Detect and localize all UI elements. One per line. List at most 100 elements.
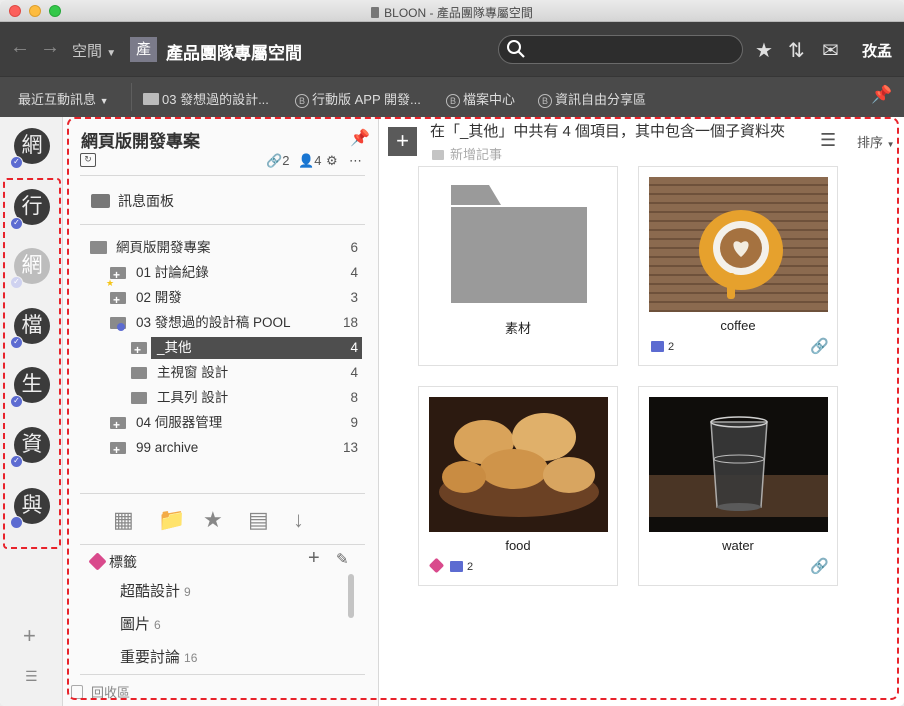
image-card[interactable]: coffee 2 🔗 — [638, 166, 838, 366]
tag-item[interactable]: 重要討論 16 — [120, 646, 197, 667]
user-icon: 👤 — [298, 153, 315, 168]
favorite-label: 檔案中心 — [463, 92, 516, 107]
b-circle-icon: B — [446, 94, 460, 108]
tree-item-selected[interactable]: _其他 4 — [151, 337, 362, 359]
add-tag-icon[interactable]: + — [308, 547, 320, 570]
status-dot-icon — [117, 323, 125, 331]
tree-item[interactable]: 02 開發 3 — [80, 287, 362, 311]
add-space-icon[interactable]: + — [23, 623, 36, 649]
project-members[interactable]: 👤4 — [298, 153, 321, 169]
tree-item[interactable]: 工具列 設計 8 — [80, 387, 362, 409]
tags-header: 標籤 — [88, 552, 137, 572]
folder-plus-icon — [131, 339, 147, 361]
folder-plus-icon — [110, 414, 126, 436]
list-view-icon[interactable]: ☰ — [820, 130, 836, 151]
tree-item[interactable]: 99 archive 13 — [80, 437, 362, 461]
download-icon[interactable]: ↓ — [293, 507, 304, 533]
link-icon[interactable]: 🔗 — [810, 337, 829, 355]
check-badge-icon: ✓ — [10, 156, 23, 169]
chevron-down-icon: ▼ — [106, 48, 117, 59]
tag-count: 6 — [154, 618, 161, 632]
favorite-item[interactable]: B 行動版 APP 開發... — [295, 89, 421, 108]
image-card[interactable]: water 🔗 — [638, 386, 838, 586]
tag-icon — [428, 557, 445, 574]
star-icon[interactable]: ★ — [755, 38, 773, 63]
comment-icon — [651, 341, 664, 352]
gear-icon[interactable]: ⚙ — [326, 153, 338, 169]
edit-pencil-icon[interactable]: ✎ — [336, 550, 349, 568]
message-board-label: 訊息面板 — [118, 193, 174, 209]
tree-item-icon-area — [80, 337, 150, 361]
search-input[interactable] — [531, 40, 731, 60]
folder-icon — [131, 367, 147, 379]
recent-messages-label: 最近互動訊息 — [18, 92, 97, 107]
pin-icon[interactable]: 📌 — [350, 128, 370, 148]
tree-item[interactable]: 主視窗 設計 4 — [80, 362, 362, 384]
message-board-link[interactable]: 訊息面板 — [91, 191, 174, 211]
project-tree-panel: 網頁版開發專案 📌 ↻ 🔗2 👤4 ⚙ ⋯ 訊息面板 網頁版開發專案 6 ★ 0… — [63, 117, 379, 706]
links-count: 2 — [282, 153, 290, 168]
tree-item-label: 99 archive — [136, 440, 199, 455]
tree-item-count: 18 — [342, 315, 358, 330]
window-title-text: BLOON - 產品團隊專屬空間 — [384, 6, 533, 20]
tree-item-label: 網頁版開發專案 — [116, 240, 211, 255]
recent-messages-menu[interactable]: 最近互動訊息 ▼ — [18, 89, 109, 108]
recycle-label: 回收區 — [91, 685, 131, 700]
star-icon[interactable]: ★ — [203, 507, 223, 533]
tree-item-label: 01 討論紀錄 — [136, 265, 209, 280]
pin-icon[interactable]: 📌 — [871, 85, 892, 105]
user-name[interactable]: 孜孟 — [862, 40, 892, 61]
folder-card[interactable]: 素材 — [418, 166, 618, 366]
back-arrow-icon[interactable]: ← — [10, 36, 30, 59]
divider — [80, 674, 365, 675]
food-thumbnail — [429, 397, 608, 532]
tag-label: 圖片 — [120, 616, 151, 633]
tag-item[interactable]: 圖片 6 — [120, 613, 161, 634]
water-glass-image — [649, 397, 828, 517]
tree-item[interactable]: ★ 01 討論紀錄 4 — [80, 262, 362, 288]
sort-label: 排序 — [857, 135, 884, 150]
new-note-button[interactable]: 新增記事 — [432, 144, 502, 163]
comment-count[interactable]: 2 — [651, 341, 674, 353]
coffee-thumbnail — [649, 177, 828, 312]
tree-item[interactable]: 網頁版開發專案 6 — [80, 237, 362, 259]
image-card[interactable]: food 2 — [418, 386, 618, 586]
folder-icon — [143, 93, 159, 105]
tags-scrollbar[interactable] — [348, 574, 354, 618]
comment-count[interactable]: 2 — [428, 557, 473, 574]
chevron-down-icon: ▼ — [886, 140, 895, 149]
tree-item-count: 9 — [350, 415, 358, 430]
search-box[interactable] — [498, 35, 743, 64]
divider — [131, 83, 132, 111]
list-icon[interactable]: ☰ — [25, 668, 38, 685]
grid-view-icon[interactable]: ▦ — [113, 507, 134, 533]
tag-item[interactable]: 超酷設計 9 — [120, 580, 191, 601]
tree-item-label: 03 發想過的設計稿 POOL — [136, 315, 291, 330]
more-icon[interactable]: ⋯ — [349, 153, 362, 169]
favorite-item[interactable]: B 檔案中心 — [446, 89, 515, 108]
mail-icon[interactable]: ✉ — [822, 38, 839, 63]
folder-icon — [131, 392, 147, 404]
tree-item[interactable]: 03 發想過的設計稿 POOL 18 — [80, 312, 362, 334]
members-count: 4 — [314, 153, 322, 168]
space-menu[interactable]: 空間 ▼ — [72, 40, 116, 61]
sort-arrows-icon[interactable]: ⇅ — [788, 38, 805, 63]
sync-icon[interactable]: ↻ — [80, 153, 96, 167]
tree-item-count: 4 — [350, 365, 358, 380]
recycle-bin-link[interactable]: 回收區 — [71, 682, 130, 701]
favorite-item[interactable]: B 資訊自由分享區 — [538, 89, 646, 108]
window-title: BLOON - 產品團隊專屬空間 — [0, 4, 904, 21]
favorite-item[interactable]: 03 發想過的設計... — [143, 89, 269, 108]
sort-menu[interactable]: 排序 ▼ — [857, 132, 895, 151]
project-links[interactable]: 🔗2 — [266, 153, 289, 169]
folder-thumbnail-icon — [451, 185, 587, 303]
folder-view-icon[interactable]: 📁 — [158, 507, 185, 533]
card-name: water — [722, 538, 754, 553]
note-icon — [432, 150, 444, 160]
tree-item[interactable]: 04 伺服器管理 9 — [80, 412, 362, 436]
forward-arrow-icon[interactable]: → — [40, 36, 60, 59]
comment-icon — [450, 561, 463, 572]
note-icon[interactable]: ▤ — [248, 507, 269, 533]
add-item-button[interactable]: + — [388, 127, 417, 156]
link-icon[interactable]: 🔗 — [810, 557, 829, 575]
